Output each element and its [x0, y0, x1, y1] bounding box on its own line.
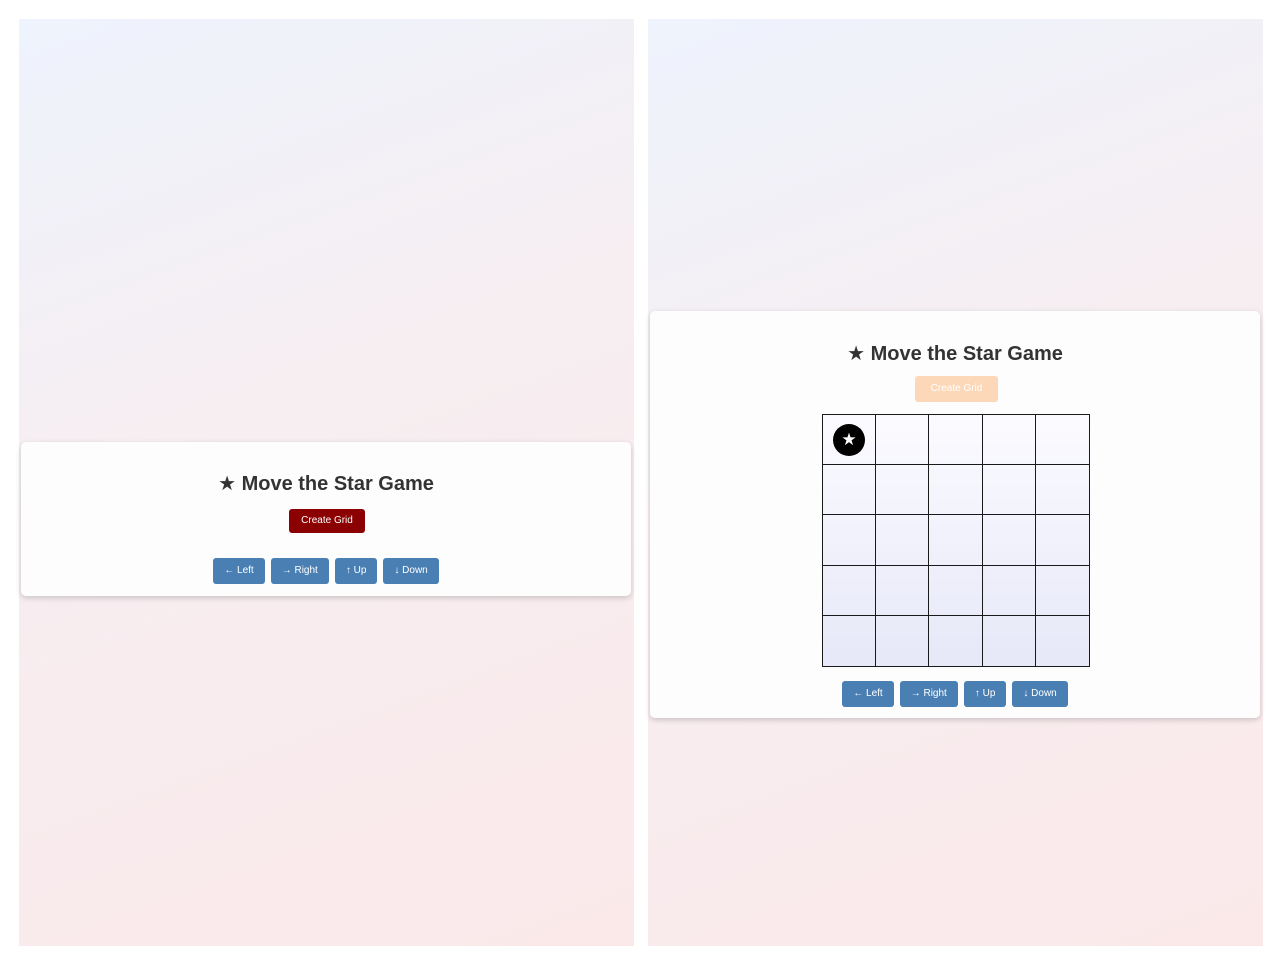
grid-cell [1036, 616, 1089, 666]
move-down-button[interactable]: ↓ Down [383, 558, 439, 584]
game-grid: ★ [822, 414, 1090, 667]
move-left-button[interactable]: ← Left [213, 558, 265, 584]
create-grid-button[interactable]: Create Grid [915, 376, 998, 402]
grid-cell [1035, 566, 1089, 616]
grid-cell [982, 565, 1036, 616]
grid-cell [929, 565, 983, 616]
grid-cell [982, 515, 1036, 566]
screen-initial: ★ Move the Star Game Create Grid ← Left … [19, 19, 634, 946]
grid-cell [983, 615, 1036, 666]
grid-cell [929, 515, 983, 566]
grid-cell [876, 515, 930, 566]
create-grid-button[interactable]: Create Grid [289, 509, 365, 533]
grid-cell [823, 465, 877, 516]
move-left-button[interactable]: ← Left [842, 681, 894, 707]
grid-cell [823, 565, 877, 616]
grid-cell [1035, 415, 1089, 466]
game-card: ★ Move the Star Game Create Grid ★ ← Lef… [650, 311, 1260, 718]
grid-cell [1035, 465, 1089, 516]
direction-controls: ← Left → Right ↑ Up ↓ Down [650, 681, 1260, 707]
move-down-button[interactable]: ↓ Down [1012, 681, 1068, 707]
move-right-button[interactable]: → Right [270, 558, 329, 584]
move-up-button[interactable]: ↑ Up [334, 558, 378, 584]
grid-cell [929, 465, 983, 516]
star-icon: ★ [833, 424, 865, 456]
grid-cell [929, 415, 983, 466]
grid-cell: ★ [823, 415, 877, 466]
screen-grid-created: ★ Move the Star Game Create Grid ★ ← Lef… [648, 19, 1263, 946]
grid-cell [876, 415, 930, 466]
game-card: ★ Move the Star Game Create Grid ← Left … [21, 442, 631, 596]
grid-cell [982, 465, 1036, 516]
move-right-button[interactable]: → Right [899, 681, 958, 707]
grid-cell [823, 615, 877, 666]
direction-controls: ← Left → Right ↑ Up ↓ Down [21, 558, 631, 584]
page-title: ★ Move the Star Game [847, 343, 1063, 365]
grid-cell [1035, 515, 1089, 566]
grid-cell [982, 415, 1036, 466]
grid-cell [876, 465, 930, 516]
grid-cell [823, 515, 877, 566]
grid-cell [929, 615, 983, 666]
move-up-button[interactable]: ↑ Up [963, 681, 1007, 707]
grid-cell [876, 615, 930, 666]
page-title: ★ Move the Star Game [218, 473, 434, 495]
grid-cell [876, 565, 930, 616]
